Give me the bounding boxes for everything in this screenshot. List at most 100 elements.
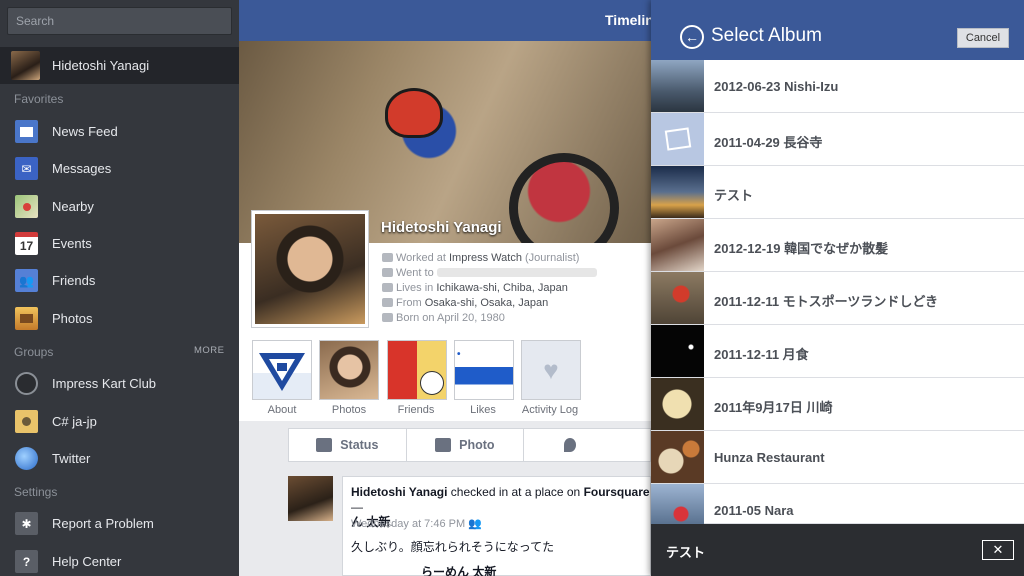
globe-icon bbox=[382, 283, 393, 292]
activity-log-icon: ♥ bbox=[543, 354, 559, 385]
favorites-header: Favorites bbox=[14, 92, 64, 106]
about-logo-icon bbox=[259, 353, 305, 391]
selected-album-bar: テスト ✕ bbox=[651, 524, 1024, 576]
back-arrow-icon[interactable]: ← bbox=[680, 25, 704, 49]
place-button[interactable] bbox=[524, 429, 650, 461]
album-item[interactable]: 2011-04-29 長谷寺 bbox=[651, 113, 1024, 166]
info-education: Went to bbox=[382, 267, 597, 279]
post-avatar[interactable] bbox=[288, 476, 333, 521]
tile-label-friends: Friends bbox=[397, 404, 435, 416]
sidebar-item-label: Impress Kart Club bbox=[52, 376, 157, 391]
close-icon[interactable]: ✕ bbox=[982, 540, 1014, 560]
sidebar-item-label: Twitter bbox=[52, 451, 91, 466]
selected-album-name: テスト bbox=[666, 545, 706, 560]
feed-post: Hidetoshi Yanagi checked in at a place o… bbox=[342, 476, 651, 576]
sidebar-item-label: Hidetoshi Yanagi bbox=[52, 58, 150, 73]
album-name: 2011-12-11 モトスポーツランドしどき bbox=[714, 294, 939, 309]
album-name: 2012-12-19 韓国でなぜか散髪 bbox=[714, 241, 889, 256]
rider-helmet bbox=[385, 88, 443, 138]
settings-header: Settings bbox=[14, 485, 58, 499]
sidebar-item-photos[interactable]: Photos bbox=[0, 300, 239, 337]
sidebar-item-label: Events bbox=[52, 236, 92, 251]
sidebar-item-messages[interactable]: ✉ Messages bbox=[0, 150, 239, 187]
sidebar-item-impress-kart-club[interactable]: Impress Kart Club bbox=[0, 365, 239, 402]
album-item[interactable]: Hunza Restaurant bbox=[651, 431, 1024, 484]
sidebar-item-twitter[interactable]: Twitter bbox=[0, 440, 239, 477]
sidebar-item-label: Friends bbox=[52, 273, 96, 288]
photo-button[interactable]: Photo bbox=[407, 429, 525, 461]
album-thumbnail bbox=[651, 60, 704, 112]
album-item[interactable]: 2012-12-19 韓国でなぜか散髪 bbox=[651, 219, 1024, 272]
home-icon bbox=[382, 298, 393, 307]
album-thumbnail bbox=[651, 325, 704, 377]
tile-friends[interactable] bbox=[387, 340, 447, 400]
album-name: 2011-12-11 月食 bbox=[714, 347, 809, 362]
sidebar-item-help-center[interactable]: ? Help Center bbox=[0, 543, 239, 576]
profile-picture[interactable] bbox=[252, 211, 368, 327]
sidebar-item-friends[interactable]: 👥 Friends bbox=[0, 262, 239, 299]
search-input[interactable]: Search bbox=[7, 7, 232, 35]
lives-link[interactable]: Ichikawa-shi, Chiba, Japan bbox=[436, 282, 567, 294]
album-item[interactable]: 2011-05 Nara bbox=[651, 484, 1024, 524]
sidebar-item-profile[interactable]: Hidetoshi Yanagi bbox=[0, 47, 239, 84]
redacted-text bbox=[436, 268, 597, 277]
album-thumbnail bbox=[651, 272, 704, 324]
album-thumbnail bbox=[651, 219, 704, 271]
friends-icon: 👥 bbox=[15, 269, 38, 292]
empty-album-icon bbox=[664, 127, 691, 151]
sidebar-item-label: Messages bbox=[52, 161, 112, 176]
likes-logo-icon: • bbox=[457, 349, 461, 360]
tile-likes[interactable]: • bbox=[454, 340, 514, 400]
tile-label-about: About bbox=[267, 404, 297, 416]
sidebar-item-label: C# ja-jp bbox=[52, 414, 97, 429]
status-button[interactable]: Status bbox=[289, 429, 407, 461]
avatar bbox=[11, 51, 40, 80]
sidebar-item-nearby[interactable]: Nearby bbox=[0, 188, 239, 225]
tile-activity-log[interactable]: ♥ bbox=[521, 340, 581, 400]
events-icon: 17 bbox=[15, 232, 38, 255]
bug-icon: ✱ bbox=[15, 512, 38, 535]
album-name: 2012-06-23 Nishi-Izu bbox=[714, 79, 839, 94]
post-attachment[interactable]: らーめん 太新 bbox=[355, 563, 496, 576]
globe-icon bbox=[15, 447, 38, 470]
news-feed-icon bbox=[15, 120, 38, 143]
group-icon bbox=[15, 410, 38, 433]
cancel-button[interactable]: Cancel bbox=[957, 28, 1009, 48]
groups-more-link[interactable]: MORE bbox=[194, 345, 225, 356]
info-lives: Lives in Ichikawa-shi, Chiba, Japan bbox=[382, 282, 568, 294]
help-icon: ? bbox=[15, 550, 38, 573]
tile-photos[interactable] bbox=[319, 340, 379, 400]
audience-icon: 👥 bbox=[468, 518, 482, 530]
album-name: 2011-05 Nara bbox=[714, 503, 794, 518]
tile-about[interactable] bbox=[252, 340, 312, 400]
sidebar-item-news-feed[interactable]: News Feed bbox=[0, 113, 239, 150]
camera-icon bbox=[435, 438, 452, 452]
work-link[interactable]: Impress Watch bbox=[449, 252, 522, 264]
profile-name[interactable]: Hidetoshi Yanagi bbox=[381, 219, 502, 236]
album-item[interactable]: 2012-06-23 Nishi-Izu bbox=[651, 60, 1024, 113]
tile-label-likes: Likes bbox=[470, 404, 496, 416]
album-item[interactable]: 2011-12-11 月食 bbox=[651, 325, 1024, 378]
post-author-link[interactable]: Hidetoshi Yanagi bbox=[351, 485, 447, 499]
photos-icon bbox=[15, 307, 38, 330]
tile-label-photos: Photos bbox=[331, 404, 367, 416]
post-app-link[interactable]: Foursquare bbox=[584, 485, 650, 499]
sidebar-item-csharp-ja-jp[interactable]: C# ja-jp bbox=[0, 403, 239, 440]
sidebar-item-report-a-problem[interactable]: ✱ Report a Problem bbox=[0, 505, 239, 542]
sidebar-item-events[interactable]: 17 Events bbox=[0, 225, 239, 262]
album-item[interactable]: テスト bbox=[651, 166, 1024, 219]
sidebar-item-label: Photos bbox=[52, 311, 93, 326]
select-album-panel: ← Select Album Cancel 2012-06-23 Nishi-I… bbox=[651, 0, 1024, 576]
album-item[interactable]: 2011-12-11 モトスポーツランドしどき bbox=[651, 272, 1024, 325]
nearby-icon bbox=[15, 195, 38, 218]
album-item[interactable]: 2011年9月17日 川崎 bbox=[651, 378, 1024, 431]
from-link[interactable]: Osaka-shi, Osaka, Japan bbox=[425, 297, 549, 309]
post-timestamp[interactable]: Wednesday at 7:46 PM 👥 bbox=[351, 517, 482, 530]
album-thumbnail bbox=[651, 166, 704, 218]
album-thumbnail bbox=[651, 378, 704, 430]
album-thumbnail bbox=[651, 484, 704, 524]
post-text: 久しぶり。顔忘れられそうになってた bbox=[351, 540, 555, 554]
sidebar-item-label: Report a Problem bbox=[52, 516, 154, 531]
messages-icon: ✉ bbox=[15, 157, 38, 180]
album-panel-title: Select Album bbox=[711, 25, 822, 46]
